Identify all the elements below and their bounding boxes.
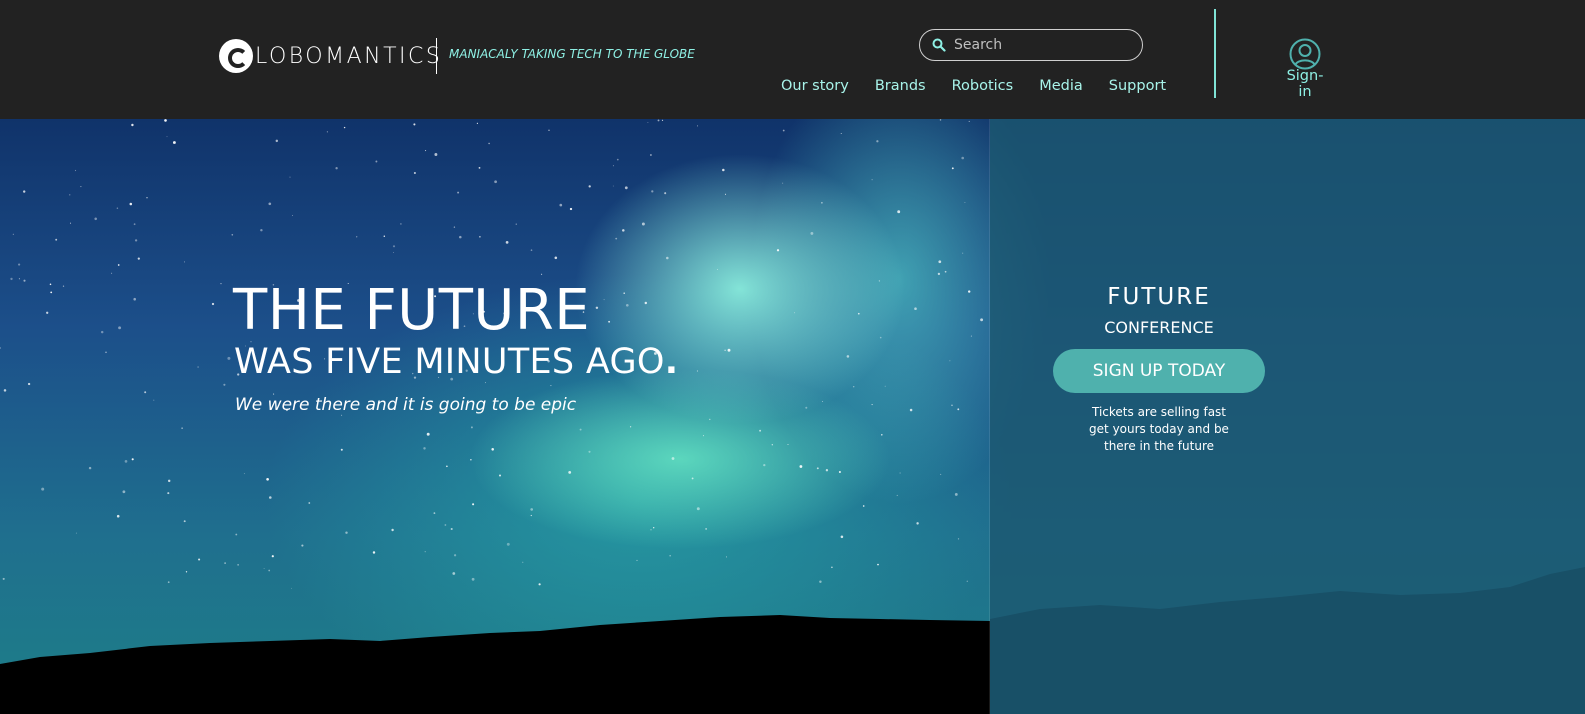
nav-brands[interactable]: Brands <box>875 78 926 94</box>
search-input[interactable] <box>952 36 1136 54</box>
logo-divider <box>436 38 437 74</box>
hero-tagline: We were there and it is going to be epic <box>235 395 577 415</box>
ticket-info: Tickets are selling fast get yours today… <box>1070 404 1248 455</box>
ticket-line-3: there in the future <box>1103 439 1214 453</box>
logo-text: LOBOMANTICS <box>255 43 443 69</box>
signin-label: Sign-in <box>1286 68 1324 100</box>
logo[interactable]: LOBOMANTICS <box>219 37 442 75</box>
conference-title: FUTURE <box>1107 284 1211 310</box>
hero-headline: THE FUTURE <box>233 278 591 343</box>
nav-media[interactable]: Media <box>1039 78 1083 94</box>
hero-subhead-text: WAS FIVE MINUTES AGO <box>234 342 665 382</box>
search-box[interactable] <box>919 29 1143 61</box>
header-divider <box>1214 9 1216 98</box>
nav-robotics[interactable]: Robotics <box>952 78 1014 94</box>
main-nav: Our story Brands Robotics Media Support <box>781 78 1192 94</box>
globe-g-icon <box>219 39 253 73</box>
search-icon <box>932 38 946 52</box>
nav-our-story[interactable]: Our story <box>781 78 849 94</box>
site-tagline: MANIACALY TAKING TECH TO THE GLOBE <box>449 47 695 61</box>
nav-support[interactable]: Support <box>1109 78 1166 94</box>
hero-subhead-dot: . <box>664 342 679 382</box>
site-header: LOBOMANTICS MANIACALY TAKING TECH TO THE… <box>0 0 1585 119</box>
hero-banner: THE FUTURE WAS FIVE MINUTES AGO. We were… <box>0 119 1585 714</box>
hero-subhead: WAS FIVE MINUTES AGO. <box>234 340 678 384</box>
ticket-line-1: Tickets are selling fast <box>1092 405 1226 419</box>
signin-link[interactable]: Sign-in <box>1280 38 1330 100</box>
sign-up-button[interactable]: SIGN UP TODAY <box>1053 349 1265 393</box>
panel-edge <box>989 119 990 714</box>
user-circle-icon <box>1289 38 1321 70</box>
conference-subtitle: CONFERENCE <box>1104 318 1214 337</box>
ticket-line-2: get yours today and be <box>1089 422 1229 436</box>
